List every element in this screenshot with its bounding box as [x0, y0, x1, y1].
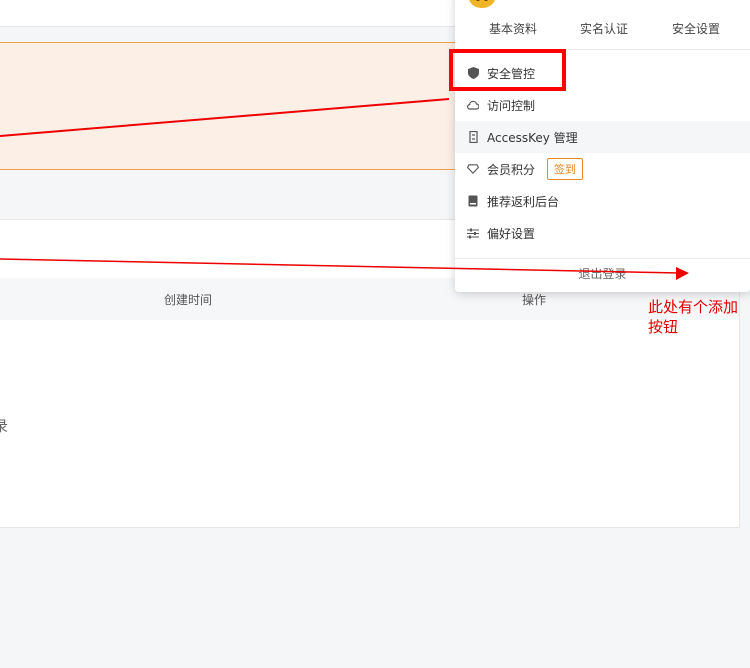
menu-item-points[interactable]: 会员积分 签到 [455, 153, 750, 185]
tab-security-settings[interactable]: 安全设置 [672, 20, 720, 37]
menu-item-preferences[interactable]: 偏好设置 [455, 217, 750, 249]
sign-in-badge[interactable]: 签到 [547, 158, 584, 180]
account-dropdown: 基本资料 实名认证 安全设置 安全管控 访问控制 AccessKey 管理 会员… [455, 0, 750, 292]
menu-item-access-control[interactable]: 访问控制 [455, 89, 750, 121]
col-created-time: 创建时间 [164, 293, 213, 307]
empty-state-text: 录 [0, 417, 9, 435]
highlight-box [449, 49, 566, 91]
account-tabs: 基本资料 实名认证 安全设置 [455, 20, 750, 42]
book-icon [467, 195, 479, 207]
col-action: 操作 [522, 293, 547, 307]
menu-item-label: AccessKey 管理 [487, 130, 578, 145]
menu-item-accesskey[interactable]: AccessKey 管理 [455, 121, 750, 153]
cloud-icon [467, 99, 479, 111]
menu-item-label: 推荐返利后台 [487, 194, 560, 209]
annotation-note: 此处有个添加按钮 [648, 298, 739, 336]
diamond-icon [467, 163, 479, 175]
menu-item-label: 会员积分 [487, 162, 536, 177]
tab-real-name-auth[interactable]: 实名认证 [580, 20, 628, 37]
divider [455, 258, 750, 259]
sliders-icon [467, 227, 479, 239]
tab-basic-info[interactable]: 基本资料 [489, 20, 537, 37]
key-icon [467, 131, 479, 143]
avatar[interactable] [468, 0, 498, 10]
logout-button[interactable]: 退出登录 [455, 265, 750, 282]
menu-item-label: 偏好设置 [487, 226, 536, 241]
menu-item-referral[interactable]: 推荐返利后台 [455, 185, 750, 217]
menu-item-label: 访问控制 [487, 98, 536, 113]
